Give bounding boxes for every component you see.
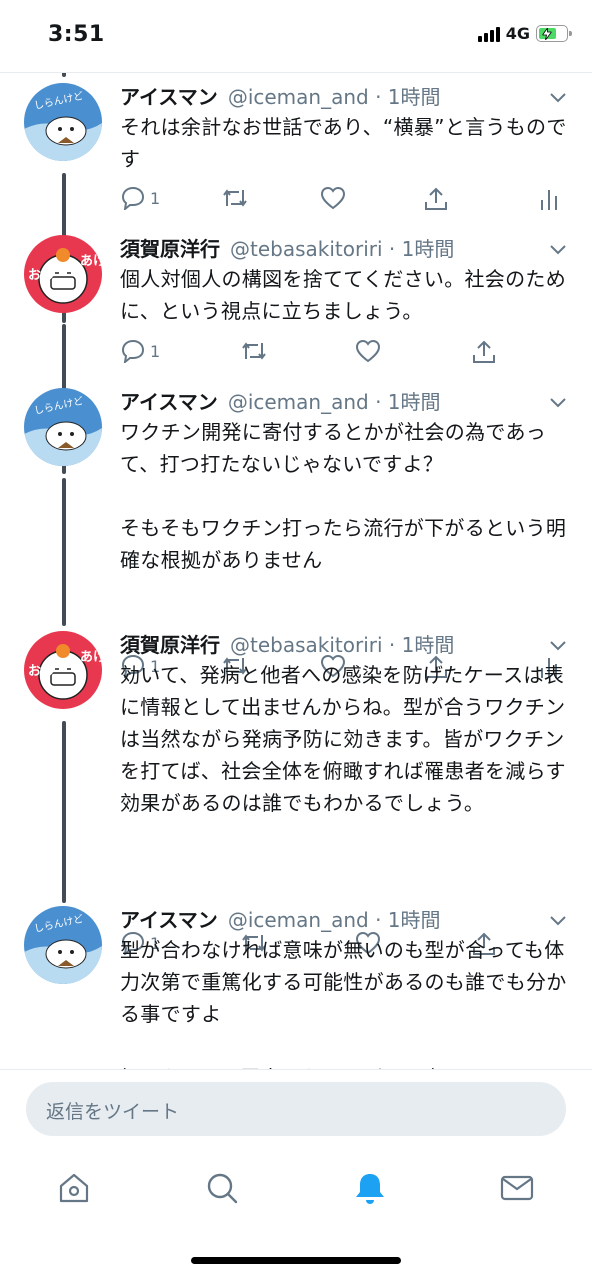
status-indicators: 4G — [477, 24, 572, 43]
heart-icon — [355, 339, 381, 363]
avatar-iceman[interactable]: しらんけど — [24, 388, 102, 466]
analytics-button[interactable] — [540, 186, 558, 212]
tweet-actions: 1 — [0, 339, 592, 369]
tweet-actions: 1 — [0, 186, 592, 216]
iceman-avatar-image: しらんけど — [24, 906, 102, 984]
author-name[interactable]: アイスマン — [120, 386, 218, 415]
status-time: 3:51 — [48, 22, 105, 47]
sugahara-avatar-image: おめ あけ — [24, 235, 102, 313]
author-handle: @iceman_and · 1時間 — [227, 84, 441, 109]
reply-button[interactable]: 1 — [120, 339, 160, 363]
reply-divider — [0, 1069, 592, 1070]
tweet-text: 個人対個人の構図を捨ててください。社会のために、という視点に立ちましょう。 — [120, 267, 566, 323]
status-bar: 3:51 4G — [0, 0, 592, 72]
reply-icon — [121, 339, 145, 363]
reply-input[interactable]: 返信をツイート — [26, 1082, 566, 1136]
like-button[interactable] — [355, 339, 381, 363]
author-handle: @iceman_and · 1時間 — [227, 907, 441, 932]
chevron-down-icon[interactable] — [550, 93, 566, 103]
chevron-down-icon[interactable] — [550, 398, 566, 408]
heart-icon — [320, 186, 346, 210]
share-icon — [425, 187, 447, 210]
author-handle: @iceman_and · 1時間 — [227, 389, 441, 414]
tweet-text: 効いて、発病と他者への感染を防げたケースは表に情報として出ませんからね。型が合う… — [120, 663, 566, 815]
author-name[interactable]: 須賀原洋行 — [120, 629, 220, 658]
search-icon — [207, 1173, 238, 1204]
svg-text:おめ: おめ — [28, 664, 54, 679]
analytics-icon — [541, 190, 557, 210]
chevron-down-icon[interactable] — [550, 641, 566, 651]
reply-button[interactable]: 1 — [120, 186, 160, 210]
avatar-sugahara[interactable]: おめ あけ — [24, 235, 102, 313]
reply-count: 1 — [150, 341, 161, 361]
tweet-text: ワクチン開発に寄付するとかが社会の為であって、打つ打たないじゃないですよ？ そも… — [120, 420, 567, 572]
chevron-down-icon[interactable] — [550, 245, 566, 255]
home-icon — [59, 1173, 89, 1203]
thread-connector — [62, 73, 66, 77]
battery-icon — [536, 25, 572, 42]
reply-count: 1 — [150, 188, 161, 208]
author-name[interactable]: 須賀原洋行 — [120, 233, 220, 262]
tab-search[interactable] — [204, 1170, 240, 1206]
tab-home[interactable] — [56, 1170, 92, 1206]
network-type: 4G — [505, 24, 530, 43]
iceman-avatar-image: しらんけど — [24, 388, 102, 466]
svg-text:おめ: おめ — [28, 268, 54, 283]
avatar-iceman[interactable]: しらんけど — [24, 83, 102, 161]
avatar-sugahara[interactable]: おめ あけ — [24, 631, 102, 709]
share-button[interactable] — [423, 186, 449, 212]
author-name[interactable]: アイスマン — [120, 904, 218, 933]
reply-placeholder: 返信をツイート — [46, 1101, 180, 1123]
tab-notifications[interactable] — [352, 1170, 388, 1206]
avatar-iceman[interactable]: しらんけど — [24, 906, 102, 984]
thread-connector — [62, 478, 66, 626]
share-button[interactable] — [471, 339, 497, 365]
sugahara-avatar-image: おめ あけ — [24, 631, 102, 709]
svg-text:あけ: あけ — [80, 254, 102, 269]
like-button[interactable] — [320, 186, 346, 210]
retweet-button[interactable] — [221, 186, 249, 210]
retweet-icon — [223, 189, 247, 207]
tweet-text: それは余計なお世話であり、“横暴”と言うものです — [120, 115, 567, 171]
svg-text:あけ: あけ — [80, 650, 102, 665]
tab-bar — [0, 1148, 592, 1228]
retweet-icon — [242, 342, 266, 360]
author-handle: @tebasakitoriri · 1時間 — [230, 236, 455, 261]
retweet-button[interactable] — [240, 339, 268, 363]
home-indicator[interactable] — [191, 1257, 401, 1264]
reply-icon — [121, 186, 145, 210]
reply-thread[interactable]: しらんけど アイスマン @iceman_and · 1時間 それは余計なお世話で… — [0, 73, 592, 1069]
messages-icon — [500, 1175, 534, 1201]
chevron-down-icon[interactable] — [550, 916, 566, 926]
tweet-text: 型が合わなければ意味が無いのも型が合っても体力次第で重篤化する可能性があるのも誰… — [120, 938, 567, 1069]
notifications-icon — [356, 1174, 384, 1204]
iceman-avatar-image: しらんけど — [24, 83, 102, 161]
signal-icon — [477, 26, 500, 42]
author-handle: @tebasakitoriri · 1時間 — [230, 632, 455, 657]
tab-messages[interactable] — [499, 1170, 535, 1206]
author-name[interactable]: アイスマン — [120, 81, 218, 110]
share-icon — [473, 340, 495, 363]
thread-connector — [62, 721, 66, 903]
